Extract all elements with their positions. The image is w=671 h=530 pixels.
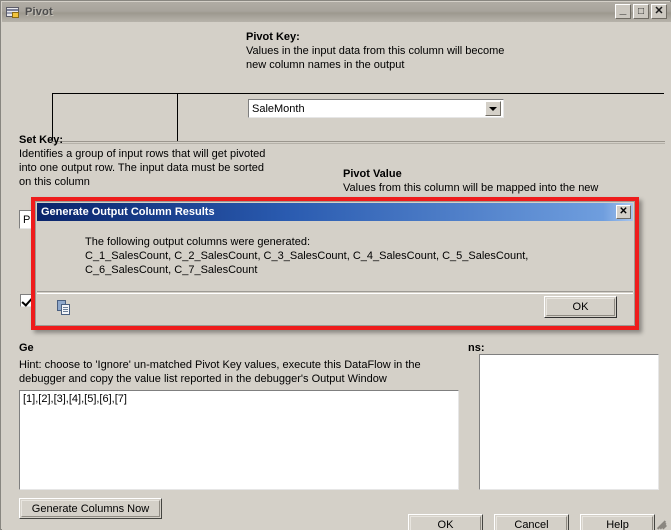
modal-ok-label: OK [572,301,589,313]
help-button[interactable]: Help [580,514,655,530]
pivot-key-heading: Pivot Key: [246,31,300,43]
modal-ok-button[interactable]: OK [544,296,617,318]
modal-footer: OK [37,291,633,324]
generate-hint-line1: Hint: choose to 'Ignore' un-matched Pivo… [19,359,421,371]
generated-columns-listbox[interactable] [479,354,659,490]
set-key-desc-line1: Identifies a group of input rows that wi… [19,148,266,160]
pivot-value-heading: Pivot Value [343,168,402,180]
output-columns-section-label: ns: [468,342,485,354]
pivot-grid-icon [5,5,21,20]
pivot-key-desc-line1: Values in the input data from this colum… [246,45,505,57]
set-key-description: Set Key: Identifies a group of input row… [19,133,319,189]
generate-columns-section-label: Ge [19,342,34,354]
app-screenshot: Pivot _ □ ✕ Pivot Key: Values in the inp… [0,0,671,530]
pivot-key-combobox[interactable]: SaleMonth [248,99,504,118]
modal-body: The following output columns were genera… [37,221,633,291]
ok-button[interactable]: OK [408,514,483,530]
window-controls: _ □ ✕ [615,2,667,19]
minimize-button[interactable]: _ [615,2,631,19]
set-key-heading: Set Key: [19,134,64,146]
modal-titlebar: Generate Output Column Results ✕ [37,203,633,221]
minimize-icon: _ [619,2,627,16]
pivot-key-desc-line2: new column names in the output [246,59,405,71]
pivot-key-combobox-value: SaleMonth [252,102,305,115]
ok-button-label: OK [437,519,454,530]
generate-output-column-results-dialog: Generate Output Column Results ✕ The fol… [31,197,639,330]
modal-close-button[interactable]: ✕ [616,205,631,219]
cancel-button[interactable]: Cancel [494,514,569,530]
modal-message: The following output columns were genera… [85,236,529,276]
help-button-label: Help [606,519,629,530]
copy-icon[interactable] [57,300,73,316]
cancel-button-label: Cancel [514,519,549,530]
modal-frame: Generate Output Column Results ✕ The fol… [35,201,635,326]
close-button[interactable]: ✕ [651,4,667,19]
window-titlebar: Pivot _ □ ✕ [2,2,671,22]
pivot-value-desc-line1: Values from this column will be mapped i… [343,182,599,194]
maximize-button[interactable]: □ [633,4,649,19]
window-title: Pivot [25,6,53,18]
close-icon: ✕ [619,206,628,217]
maximize-icon: □ [637,6,645,17]
generate-columns-now-button[interactable]: Generate Columns Now [19,498,162,519]
close-icon: ✕ [654,5,664,17]
resize-grip[interactable] [655,514,669,530]
set-key-desc-line2: into one output row. The input data must… [19,162,265,174]
pivot-key-value-list-input[interactable]: [1],[2],[3],[4],[5],[6],[7] [19,390,459,490]
pivot-key-description: Pivot Key: Values in the input data from… [246,31,576,72]
chevron-down-icon[interactable] [485,101,501,116]
pivot-value-description: Pivot Value Values from this column will… [343,167,663,195]
generate-hint: Hint: choose to 'Ignore' un-matched Pivo… [19,358,459,386]
modal-title: Generate Output Column Results [41,206,215,218]
generate-hint-line2: debugger and copy the value list reporte… [19,373,387,385]
generate-columns-now-label: Generate Columns Now [31,502,150,515]
set-key-desc-line3: on this column [19,176,90,188]
